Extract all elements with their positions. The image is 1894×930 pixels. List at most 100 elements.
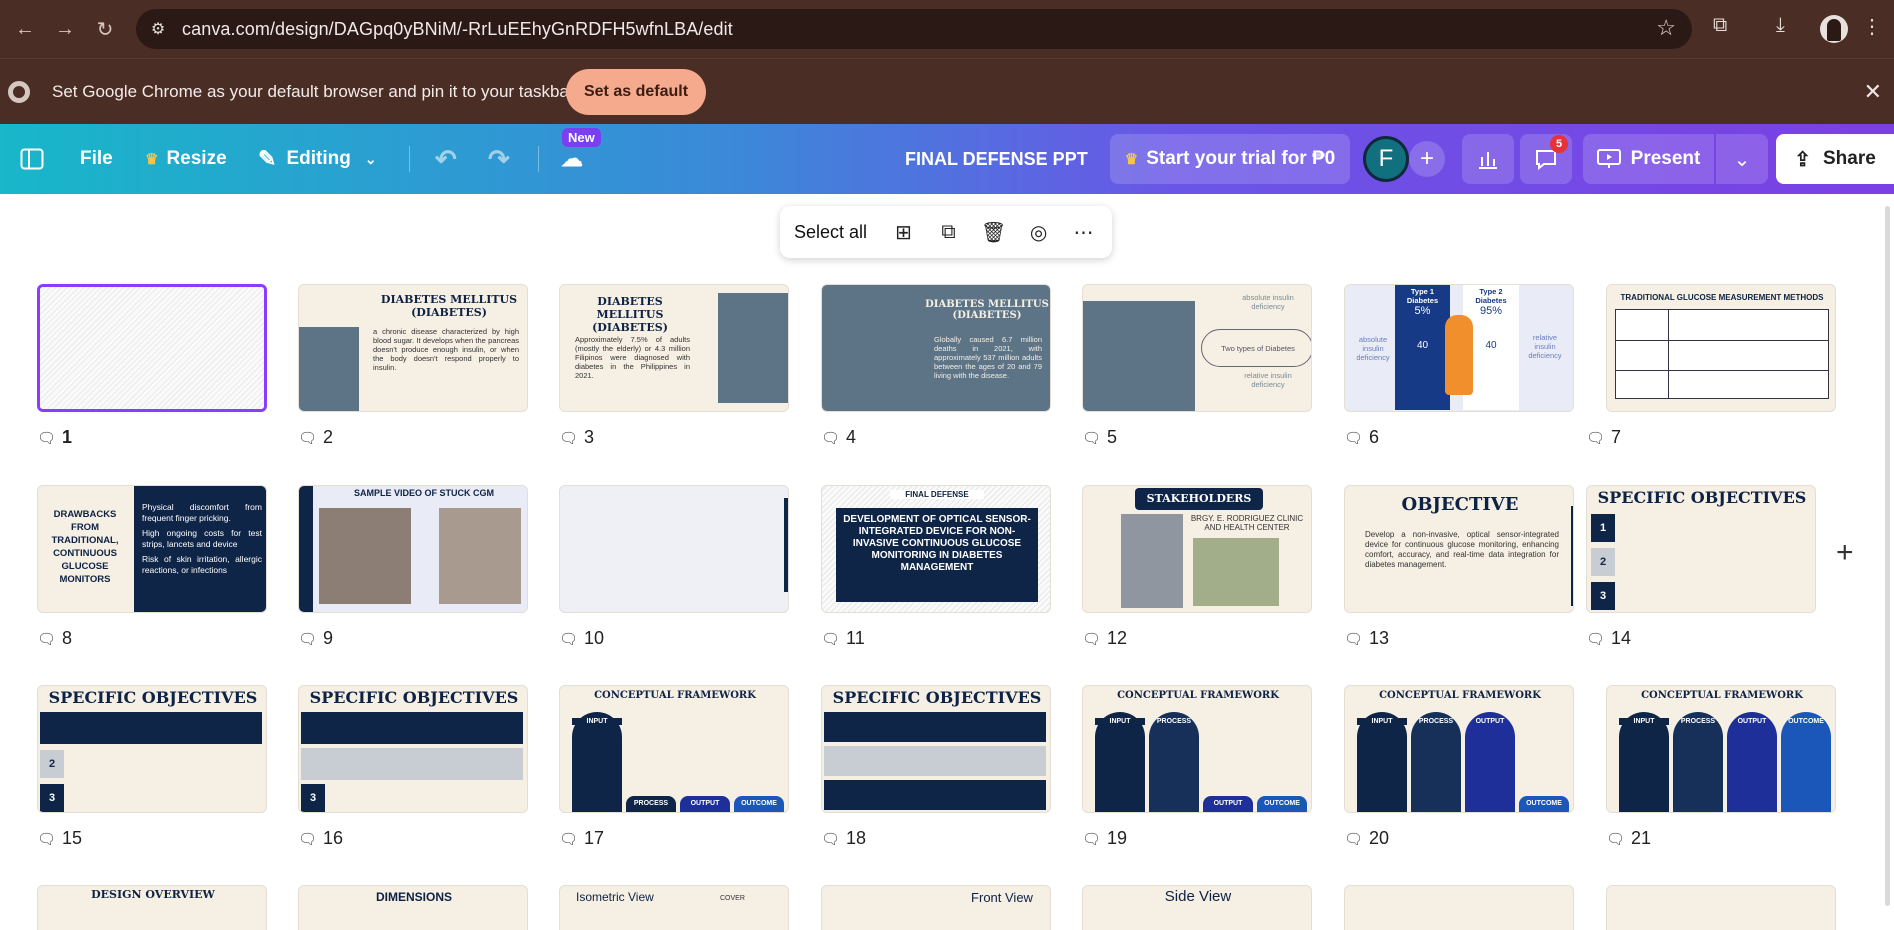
editing-mode-dropdown[interactable]: ✎ Editing ⌄: [258, 124, 377, 194]
comment-icon[interactable]: 🗨: [37, 830, 56, 848]
page-label-8[interactable]: 🗨 8: [37, 628, 72, 649]
page-label-16[interactable]: 🗨 16: [298, 828, 343, 849]
page-label-2[interactable]: 🗨 2: [298, 427, 333, 448]
comment-icon[interactable]: 🗨: [1586, 630, 1605, 648]
redo-icon[interactable]: ↷: [488, 124, 510, 194]
comment-icon[interactable]: 🗨: [1344, 830, 1363, 848]
slide-thumbnail-4[interactable]: DIABETES MELLITUS (DIABETES) Globally ca…: [821, 284, 1051, 412]
comment-icon[interactable]: 🗨: [1606, 830, 1625, 848]
comment-icon[interactable]: 🗨: [821, 429, 840, 447]
download-icon[interactable]: ⤓: [1776, 14, 1785, 37]
undo-icon[interactable]: ↶: [435, 124, 457, 194]
reload-icon[interactable]: ↻: [90, 14, 120, 44]
page-label-14[interactable]: 🗨 14: [1586, 628, 1631, 649]
slide-thumbnail-2[interactable]: DIABETES MELLITUS (DIABETES) a chronic d…: [298, 284, 528, 412]
comment-icon[interactable]: 🗨: [298, 830, 317, 848]
slide-thumbnail-16[interactable]: SPECIFIC OBJECTIVES 3: [298, 685, 528, 813]
add-page-icon[interactable]: +: [1836, 536, 1854, 570]
set-as-default-button[interactable]: Set as default: [566, 69, 706, 115]
page-label-19[interactable]: 🗨 19: [1082, 828, 1127, 849]
page-label-10[interactable]: 🗨 10: [559, 628, 604, 649]
present-options-dropdown[interactable]: ⌄: [1716, 134, 1768, 184]
bookmark-star-icon[interactable]: ☆: [1656, 15, 1676, 41]
extensions-icon[interactable]: ⧉: [1713, 14, 1727, 37]
comment-icon[interactable]: 🗨: [559, 429, 578, 447]
chrome-menu-icon[interactable]: ⋮: [1862, 14, 1882, 39]
slide-thumbnail-20[interactable]: CONCEPTUAL FRAMEWORK INPUT PROCESS OUTPU…: [1344, 685, 1574, 813]
select-all-button[interactable]: Select all: [794, 222, 867, 243]
delete-icon[interactable]: 🗑: [971, 220, 1016, 245]
user-avatar[interactable]: F: [1363, 136, 1409, 182]
slide-thumbnail-9[interactable]: SAMPLE VIDEO OF STUCK CGM: [298, 485, 528, 613]
analytics-icon[interactable]: [1462, 134, 1514, 184]
page-label-18[interactable]: 🗨 18: [821, 828, 866, 849]
comment-icon[interactable]: 🗨: [559, 630, 578, 648]
slide-thumbnail-13[interactable]: OBJECTIVE Develop a non-invasive, optica…: [1344, 485, 1574, 613]
slide-thumbnail-28[interactable]: [1606, 885, 1836, 930]
slide-thumbnail-10[interactable]: [559, 485, 789, 613]
slide-thumbnail-21[interactable]: CONCEPTUAL FRAMEWORK INPUT PROCESS OUTPU…: [1606, 685, 1836, 813]
profile-avatar[interactable]: [1820, 15, 1848, 43]
slide-thumbnail-5[interactable]: absolute insulin deficiency Two types of…: [1082, 284, 1312, 412]
page-label-5[interactable]: 🗨 5: [1082, 427, 1117, 448]
design-title[interactable]: FINAL DEFENSE PPT: [905, 124, 1088, 194]
slide-thumbnail-3[interactable]: DIABETES MELLITUS (DIABETES) Approximate…: [559, 284, 789, 412]
page-label-13[interactable]: 🗨 13: [1344, 628, 1389, 649]
comment-icon[interactable]: 🗨: [298, 630, 317, 648]
comment-icon[interactable]: 🗨: [1344, 630, 1363, 648]
comment-icon[interactable]: 🗨: [1586, 429, 1605, 447]
page-label-21[interactable]: 🗨 21: [1606, 828, 1651, 849]
sidebar-toggle-icon[interactable]: [20, 124, 44, 194]
page-label-12[interactable]: 🗨 12: [1082, 628, 1127, 649]
slide-thumbnail-12[interactable]: STAKEHOLDERS BRGY. E. RODRIGUEZ CLINIC A…: [1082, 485, 1312, 613]
page-label-1[interactable]: 🗨 1: [37, 427, 72, 448]
comment-icon[interactable]: 🗨: [559, 830, 578, 848]
close-icon[interactable]: ✕: [1864, 79, 1882, 105]
comment-icon[interactable]: 🗨: [1082, 830, 1101, 848]
address-bar[interactable]: ⚙ canva.com/design/DAGpq0yBNiM/-RrLuEEhy…: [136, 9, 1692, 49]
slide-thumbnail-14[interactable]: SPECIFIC OBJECTIVES 1 2 3: [1586, 485, 1816, 613]
slide-thumbnail-6[interactable]: absolute insulin deficiency Type 1 Diabe…: [1344, 284, 1574, 412]
start-trial-button[interactable]: ♛ Start your trial for ₱0: [1110, 134, 1350, 184]
comment-icon[interactable]: 🗨: [298, 429, 317, 447]
page-label-15[interactable]: 🗨 15: [37, 828, 82, 849]
hide-icon[interactable]: ◎: [1016, 220, 1061, 245]
slide-thumbnail-7[interactable]: TRADITIONAL GLUCOSE MEASUREMENT METHODS: [1606, 284, 1836, 412]
slide-thumbnail-1[interactable]: [37, 284, 267, 412]
slide-thumbnail-17[interactable]: CONCEPTUAL FRAMEWORK INPUT PROCESS OUTPU…: [559, 685, 789, 813]
page-label-4[interactable]: 🗨 4: [821, 427, 856, 448]
slide-thumbnail-19[interactable]: CONCEPTUAL FRAMEWORK INPUT PROCESS OUTPU…: [1082, 685, 1312, 813]
page-label-9[interactable]: 🗨 9: [298, 628, 333, 649]
duplicate-icon[interactable]: ⧉: [926, 221, 971, 244]
slide-thumbnail-15[interactable]: SPECIFIC OBJECTIVES 2 3: [37, 685, 267, 813]
file-menu[interactable]: File: [80, 124, 113, 194]
more-options-icon[interactable]: ⋯: [1061, 220, 1106, 245]
resize-button[interactable]: ♛ Resize: [145, 124, 227, 194]
comment-icon[interactable]: 🗨: [821, 630, 840, 648]
share-button[interactable]: ⇪ Share: [1776, 134, 1894, 184]
page-label-11[interactable]: 🗨 11: [821, 628, 865, 649]
page-label-3[interactable]: 🗨 3: [559, 427, 594, 448]
slide-thumbnail-23[interactable]: DIMENSIONS: [298, 885, 528, 930]
comment-icon[interactable]: 🗨: [821, 830, 840, 848]
slide-thumbnail-25[interactable]: Front View: [821, 885, 1051, 930]
scrollbar[interactable]: [1885, 206, 1890, 906]
slide-thumbnail-11[interactable]: FINAL DEFENSE DEVELOPMENT OF OPTICAL SEN…: [821, 485, 1051, 613]
slide-thumbnail-22[interactable]: DESIGN OVERVIEW: [37, 885, 267, 930]
add-collaborator-icon[interactable]: +: [1409, 141, 1445, 177]
back-icon[interactable]: ←: [10, 14, 40, 44]
page-label-20[interactable]: 🗨 20: [1344, 828, 1389, 849]
slide-thumbnail-27[interactable]: [1344, 885, 1574, 930]
page-label-6[interactable]: 🗨 6: [1344, 427, 1379, 448]
page-label-7[interactable]: 🗨 7: [1586, 427, 1621, 448]
site-info-icon[interactable]: ⚙: [140, 11, 176, 47]
add-page-icon[interactable]: ⊞: [881, 220, 926, 245]
comment-icon[interactable]: 🗨: [1082, 630, 1101, 648]
present-button[interactable]: Present: [1583, 134, 1714, 184]
comment-icon[interactable]: 🗨: [37, 630, 56, 648]
slide-thumbnail-26[interactable]: Side View: [1082, 885, 1312, 930]
slide-thumbnail-8[interactable]: DRAWBACKS FROM TRADITIONAL, CONTINUOUS G…: [37, 485, 267, 613]
slide-thumbnail-18[interactable]: SPECIFIC OBJECTIVES: [821, 685, 1051, 813]
comment-icon[interactable]: 🗨: [37, 429, 56, 447]
comment-icon[interactable]: 🗨: [1344, 429, 1363, 447]
